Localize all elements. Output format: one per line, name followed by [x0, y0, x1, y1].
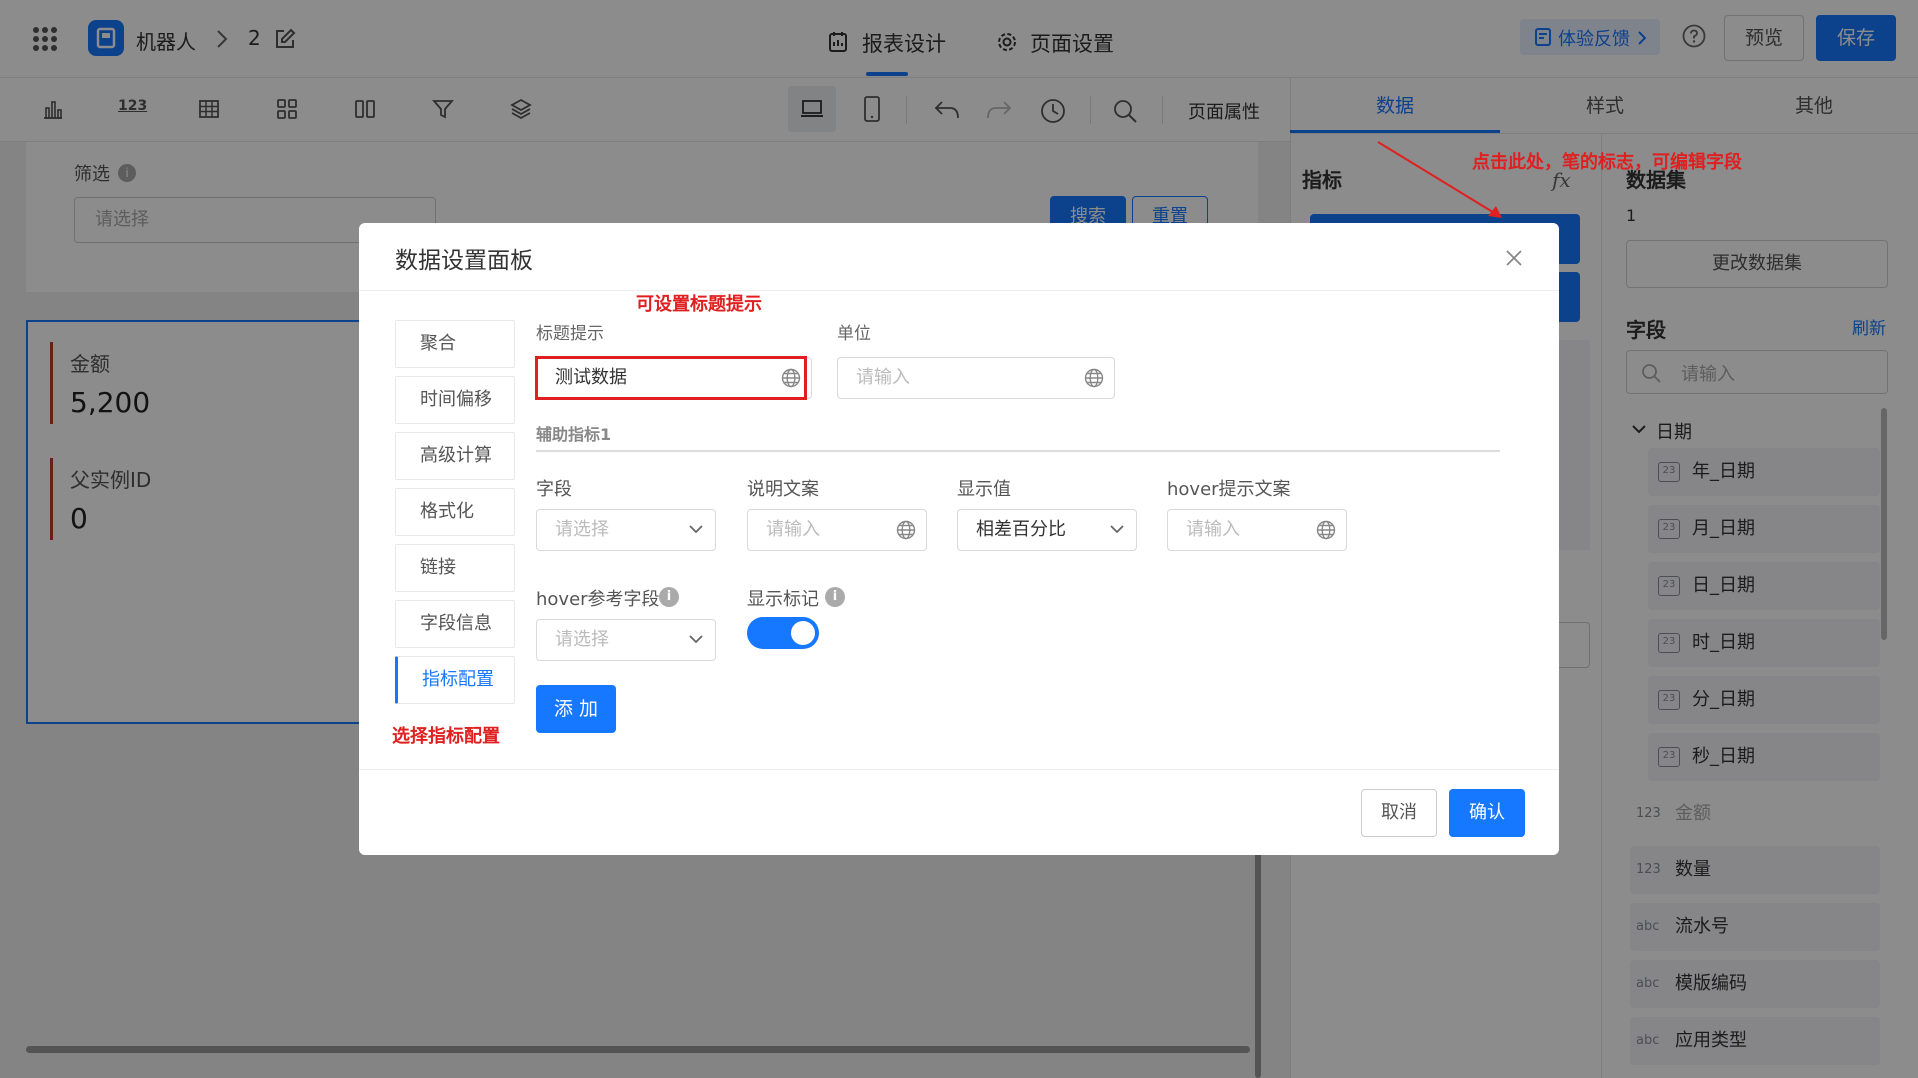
globe-icon[interactable] — [896, 520, 916, 540]
side-item-aggregate[interactable]: 聚合 — [395, 320, 515, 368]
side-item-indicator-config[interactable]: 指标配置 — [395, 656, 515, 704]
aux-section-title: 辅助指标1 — [536, 425, 612, 444]
show-marker-label: 显示标记 — [747, 589, 819, 610]
show-marker-toggle[interactable] — [747, 617, 819, 649]
desc-input[interactable]: 请输入 — [747, 509, 927, 551]
annotation-arrow-icon — [1377, 141, 1502, 218]
annotation-edit-field: 点击此处，笔的标志，可编辑字段 — [1472, 152, 1742, 173]
info-icon: i — [659, 587, 679, 607]
unit-input[interactable]: 请输入 — [837, 357, 1115, 399]
chevron-down-icon — [1110, 524, 1124, 534]
close-icon[interactable] — [1505, 249, 1523, 267]
hover-text-label: hover提示文案 — [1167, 479, 1291, 500]
cancel-button[interactable]: 取消 — [1361, 789, 1437, 837]
side-item-field-info[interactable]: 字段信息 — [395, 600, 515, 648]
side-item-link[interactable]: 链接 — [395, 544, 515, 592]
highlight-box — [535, 356, 807, 400]
annotation-title-hint: 可设置标题提示 — [636, 294, 762, 315]
data-settings-modal: 数据设置面板 聚合 时间偏移 高级计算 格式化 链接 字段信息 指标配置 标题提… — [359, 223, 1559, 855]
modal-title: 数据设置面板 — [395, 248, 533, 274]
hover-ref-label: hover参考字段 — [536, 589, 660, 610]
title-hint-label: 标题提示 — [536, 324, 604, 344]
field-placeholder: 请选择 — [555, 519, 609, 540]
chevron-down-icon — [689, 634, 703, 644]
side-item-advanced-calc[interactable]: 高级计算 — [395, 432, 515, 480]
unit-label: 单位 — [837, 324, 871, 344]
globe-icon[interactable] — [1084, 368, 1104, 388]
hover-ref-select[interactable]: 请选择 — [536, 619, 716, 661]
hover-text-input[interactable]: 请输入 — [1167, 509, 1347, 551]
globe-icon[interactable] — [1316, 520, 1336, 540]
toggle-knob — [791, 621, 815, 645]
display-value-label: 显示值 — [957, 479, 1011, 500]
display-value-select[interactable]: 相差百分比 — [957, 509, 1137, 551]
modal-header-divider — [359, 290, 1559, 291]
modal-footer-divider — [359, 769, 1559, 770]
add-button[interactable]: 添 加 — [536, 685, 616, 733]
field-label: 字段 — [536, 479, 572, 500]
annotation-indicator-config: 选择指标配置 — [392, 726, 500, 747]
confirm-button[interactable]: 确认 — [1449, 789, 1525, 837]
aux-section-divider — [536, 450, 1500, 452]
hover-text-placeholder: 请输入 — [1186, 519, 1240, 540]
display-value-selected: 相差百分比 — [976, 519, 1066, 540]
hover-ref-placeholder: 请选择 — [555, 629, 609, 650]
field-select[interactable]: 请选择 — [536, 509, 716, 551]
side-item-format[interactable]: 格式化 — [395, 488, 515, 536]
info-icon: i — [825, 587, 845, 607]
desc-label: 说明文案 — [747, 479, 819, 500]
desc-placeholder: 请输入 — [766, 519, 820, 540]
unit-placeholder: 请输入 — [856, 367, 910, 388]
chevron-down-icon — [689, 524, 703, 534]
side-item-time-offset[interactable]: 时间偏移 — [395, 376, 515, 424]
app-root: 机器人 2 报表设计 页面设置 体验反馈 预览 保存 123 页面属性 筛选 i… — [0, 0, 1918, 1078]
